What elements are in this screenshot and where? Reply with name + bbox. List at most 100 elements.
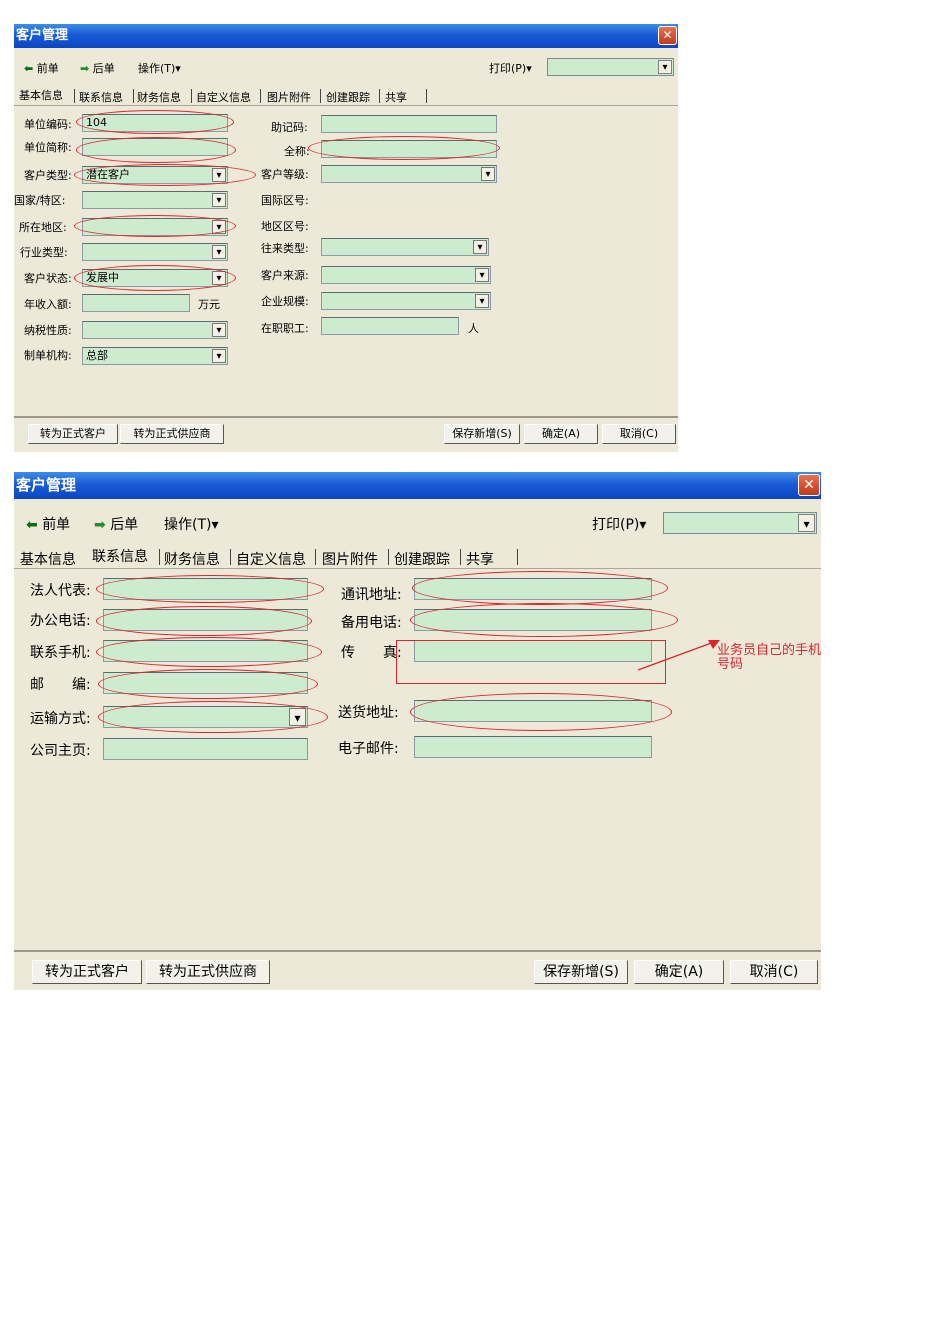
employees-input[interactable] — [321, 317, 459, 335]
operations-menu[interactable]: 操作(T)▾ — [138, 60, 181, 76]
mail-address-input[interactable] — [414, 578, 652, 600]
convert-to-supplier-button[interactable]: 转为正式供应商 — [120, 424, 224, 444]
next-record-button[interactable]: ➡ 后单 — [94, 514, 138, 534]
chevron-down-icon: ▾ — [658, 60, 672, 74]
label-homepage: 公司主页: — [30, 743, 91, 759]
confirm-button[interactable]: 确定(A) — [634, 960, 724, 984]
label-annual-income: 年收入额: — [24, 298, 72, 311]
footer-bar: 转为正式客户 转为正式供应商 保存新增(S) 确定(A) 取消(C) — [14, 416, 678, 452]
label-postcode: 邮 编: — [30, 677, 91, 693]
mnemonic-input[interactable] — [321, 115, 497, 133]
tab-contact-info[interactable]: 联系信息 — [92, 546, 148, 566]
label-backup-phone: 备用电话: — [341, 615, 402, 631]
save-new-button[interactable]: 保存新增(S) — [444, 424, 520, 444]
chevron-down-icon: ▾ — [212, 245, 226, 259]
label-email: 电子邮件: — [338, 741, 399, 757]
customer-type-select[interactable]: 潜在客户 ▾ — [82, 166, 228, 184]
postcode-input[interactable] — [103, 672, 308, 694]
tab-strip: 基本信息 联系信息 财务信息 自定义信息 图片附件 创建跟踪 共享 — [14, 85, 678, 106]
region-select[interactable]: ▾ — [82, 218, 228, 236]
tab-contact-info[interactable]: 联系信息 — [79, 89, 123, 105]
label-customer-status: 客户状态: — [24, 272, 72, 285]
dealing-type-select[interactable]: ▾ — [321, 238, 489, 256]
full-name-input[interactable] — [321, 140, 497, 158]
prev-record-button[interactable]: ⬅ 前单 — [24, 60, 59, 76]
tab-finance-info[interactable]: 财务信息 — [164, 549, 220, 569]
print-menu[interactable]: 打印(P)▾ — [489, 60, 532, 76]
mobile-input[interactable] — [103, 640, 308, 662]
chevron-down-icon: ▾ — [212, 193, 226, 207]
print-template-select[interactable]: ▾ — [547, 58, 674, 76]
label-unit-short-name: 单位简称: — [24, 141, 72, 154]
tab-basic-info[interactable]: 基本信息 — [19, 87, 63, 103]
tab-custom-info[interactable]: 自定义信息 — [236, 549, 306, 569]
customer-level-select[interactable]: ▾ — [321, 165, 497, 183]
arrow-right-icon: ➡ — [94, 517, 106, 533]
country-select[interactable]: ▾ — [82, 191, 228, 209]
arrow-right-icon: ➡ — [80, 62, 90, 75]
label-dealing-type: 往来类型: — [261, 242, 309, 255]
customer-type-value: 潜在客户 — [86, 168, 130, 181]
label-mail-address: 通讯地址: — [341, 587, 402, 603]
tab-custom-info[interactable]: 自定义信息 — [196, 89, 251, 105]
chevron-down-icon: ▾ — [473, 240, 487, 254]
title-bar: 客户管理 ✕ — [14, 24, 678, 48]
email-input[interactable] — [414, 736, 652, 758]
tab-share[interactable]: 共享 — [466, 549, 494, 569]
operations-menu[interactable]: 操作(T)▾ — [164, 514, 219, 534]
next-record-button[interactable]: ➡ 后单 — [80, 60, 115, 76]
shipping-method-select[interactable]: ▾ — [103, 706, 308, 728]
convert-to-customer-button[interactable]: 转为正式客户 — [28, 424, 118, 444]
tab-share[interactable]: 共享 — [385, 89, 407, 105]
chevron-down-icon: ▾ — [212, 168, 226, 182]
delivery-address-input[interactable] — [414, 700, 652, 722]
convert-to-customer-button[interactable]: 转为正式客户 — [32, 960, 142, 984]
tax-nature-select[interactable]: ▾ — [82, 321, 228, 339]
cancel-button[interactable]: 取消(C) — [602, 424, 676, 444]
tab-tracking[interactable]: 创建跟踪 — [394, 549, 450, 569]
chevron-down-icon: ▾ — [475, 294, 489, 308]
label-issuing-org: 制单机构: — [24, 349, 72, 362]
annotation-arrow-icon — [637, 640, 720, 671]
office-phone-input[interactable] — [103, 609, 308, 631]
print-menu[interactable]: 打印(P)▾ — [592, 514, 646, 534]
prev-label: 前单 — [42, 517, 71, 533]
print-template-select[interactable]: ▾ — [663, 512, 817, 534]
unit-code-input[interactable]: 104 — [82, 114, 228, 132]
label-tax-nature: 纳税性质: — [24, 324, 72, 337]
label-company-scale: 企业规模: — [261, 295, 309, 308]
arrow-left-icon: ⬅ — [26, 517, 38, 533]
tab-attachments[interactable]: 图片附件 — [322, 549, 378, 569]
industry-select[interactable]: ▾ — [82, 243, 228, 261]
company-scale-select[interactable]: ▾ — [321, 292, 491, 310]
chevron-down-icon: ▾ — [212, 220, 226, 234]
customer-status-select[interactable]: 发展中 ▾ — [82, 269, 228, 287]
cancel-button[interactable]: 取消(C) — [730, 960, 818, 984]
label-delivery-address: 送货地址: — [338, 705, 399, 721]
label-area-code: 地区区号: — [261, 220, 309, 233]
tab-attachments[interactable]: 图片附件 — [267, 89, 311, 105]
confirm-button[interactable]: 确定(A) — [524, 424, 598, 444]
close-button[interactable]: ✕ — [798, 474, 820, 496]
legal-rep-input[interactable] — [103, 578, 308, 600]
label-country: 国家/特区: — [14, 194, 66, 207]
annual-income-input[interactable] — [82, 294, 190, 312]
homepage-input[interactable] — [103, 738, 308, 760]
next-label: 后单 — [110, 517, 139, 533]
issuing-org-select[interactable]: 总部 ▾ — [82, 347, 228, 365]
tab-finance-info[interactable]: 财务信息 — [137, 89, 181, 105]
customer-source-select[interactable]: ▾ — [321, 266, 491, 284]
backup-phone-input[interactable] — [414, 609, 652, 631]
tab-basic-info[interactable]: 基本信息 — [20, 549, 76, 569]
close-button[interactable]: ✕ — [658, 26, 677, 45]
label-mnemonic: 助记码: — [271, 121, 308, 134]
employees-unit: 人 — [468, 322, 479, 335]
prev-record-button[interactable]: ⬅ 前单 — [26, 514, 70, 534]
chevron-down-icon: ▾ — [212, 271, 226, 285]
convert-to-supplier-button[interactable]: 转为正式供应商 — [146, 960, 270, 984]
chevron-down-icon: ▾ — [212, 323, 226, 337]
unit-short-name-input[interactable] — [82, 138, 228, 156]
tab-tracking[interactable]: 创建跟踪 — [326, 89, 370, 105]
save-new-button[interactable]: 保存新增(S) — [534, 960, 628, 984]
title-bar: 客户管理 ✕ — [14, 472, 821, 499]
